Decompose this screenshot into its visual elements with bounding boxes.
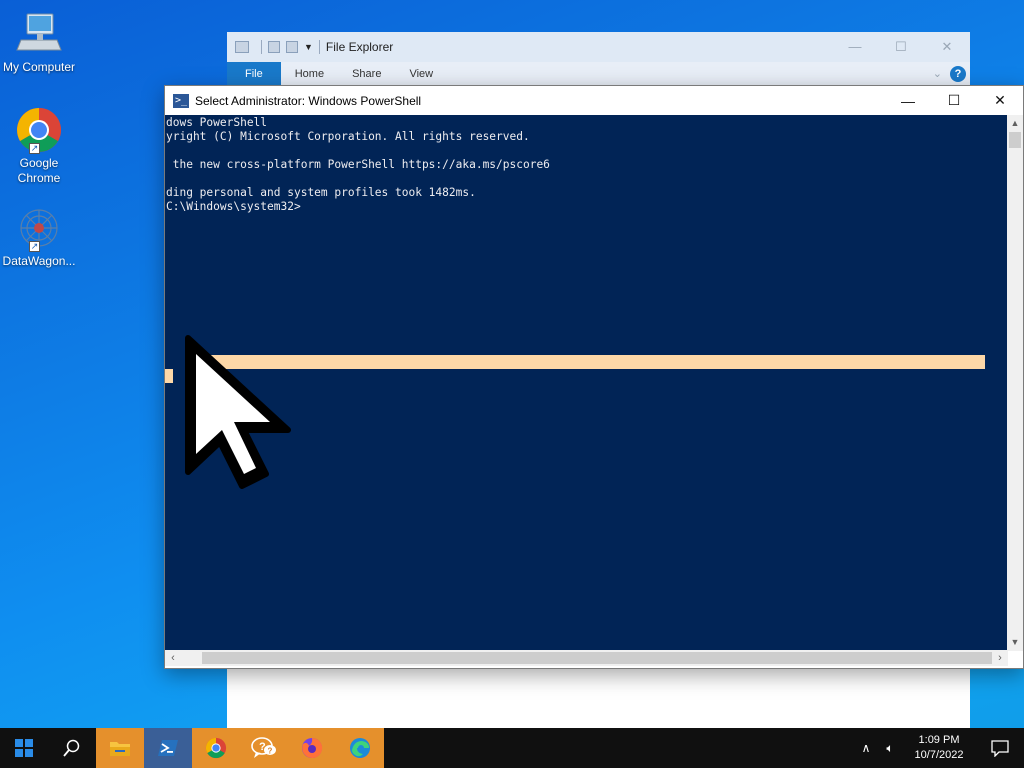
taskbar-chrome[interactable] xyxy=(192,728,240,768)
console-line: dows PowerShell xyxy=(166,116,268,129)
tab-share[interactable]: Share xyxy=(338,62,395,86)
tab-file[interactable]: File xyxy=(227,61,281,86)
desktop-icon-google-chrome[interactable]: ↗ Google Chrome xyxy=(0,106,78,186)
desktop-icon-my-computer[interactable]: My Computer xyxy=(0,10,78,75)
clock[interactable]: 1:09 PM 10/7/2022 xyxy=(902,733,976,763)
desktop-icon-label: My Computer xyxy=(2,60,76,74)
desktop-icon-datawagon[interactable]: ↗ DataWagon... xyxy=(0,204,78,269)
clock-time: 1:09 PM xyxy=(918,734,960,746)
console-line: yright (C) Microsoft Corporation. All ri… xyxy=(166,130,530,143)
text-selection-highlight xyxy=(186,355,985,369)
powershell-titlebar[interactable]: >_ Select Administrator: Windows PowerSh… xyxy=(165,86,1023,115)
quick-access-icon[interactable] xyxy=(235,41,249,53)
system-tray: ∧ 🔈︎ 1:09 PM 10/7/2022 xyxy=(854,728,1024,768)
console-prompt: C:\Windows\system32> xyxy=(166,200,301,213)
window-title: File Explorer xyxy=(325,40,394,54)
scroll-left-icon[interactable]: ‹ xyxy=(165,650,181,666)
taskbar-file-explorer[interactable] xyxy=(96,728,144,768)
horizontal-scrollbar[interactable]: ‹ › xyxy=(165,650,1008,666)
console-line: ding personal and system profiles took 1… xyxy=(166,186,476,199)
notification-button[interactable] xyxy=(976,728,1024,768)
expand-ribbon-icon[interactable]: ⌄ xyxy=(933,67,942,80)
taskbar-help[interactable]: ? ? xyxy=(240,728,288,768)
start-button[interactable] xyxy=(0,728,48,768)
maximize-button[interactable]: ☐ xyxy=(878,39,924,55)
firefox-icon xyxy=(302,737,323,758)
scroll-right-icon[interactable]: › xyxy=(992,650,1008,666)
divider xyxy=(318,40,320,54)
maximize-button[interactable]: ☐ xyxy=(931,86,977,115)
close-button[interactable]: ✕ xyxy=(977,86,1023,115)
properties-icon[interactable] xyxy=(268,41,280,53)
show-hidden-icons-icon[interactable]: ∧ xyxy=(854,741,878,755)
computer-icon xyxy=(15,10,63,58)
minimize-button[interactable]: — xyxy=(885,86,931,115)
close-button[interactable]: ✕ xyxy=(924,39,970,55)
svg-text:?: ? xyxy=(268,747,273,756)
vertical-scrollbar[interactable]: ▲ ▼ xyxy=(1007,115,1023,651)
taskbar: ? ? ∧ 🔈︎ 1:09 PM 10/7/2022 xyxy=(0,728,1024,768)
chrome-icon: ↗ xyxy=(15,106,63,154)
volume-icon[interactable]: 🔈︎ xyxy=(878,741,902,756)
new-folder-icon[interactable] xyxy=(286,41,298,53)
tab-home[interactable]: Home xyxy=(281,62,338,86)
taskbar-edge[interactable] xyxy=(336,728,384,768)
console-line: the new cross-platform PowerShell https:… xyxy=(166,158,550,171)
clock-date: 10/7/2022 xyxy=(914,749,964,761)
divider xyxy=(261,40,262,54)
text-selection-highlight xyxy=(165,369,173,383)
start-icon xyxy=(15,739,33,757)
ribbon-tabs: File Home Share View ⌄ ? xyxy=(227,61,970,86)
help-icon[interactable]: ? xyxy=(950,65,966,82)
file-explorer-titlebar[interactable]: ▼ File Explorer — ☐ ✕ xyxy=(227,32,970,62)
chrome-icon xyxy=(205,737,227,759)
desktop-icon-label: Google Chrome xyxy=(17,156,61,185)
scroll-down-icon[interactable]: ▼ xyxy=(1007,634,1023,651)
powershell-icon xyxy=(158,740,178,756)
desktop-icon-label: DataWagon... xyxy=(2,254,76,268)
notification-icon xyxy=(991,740,1009,757)
search-icon xyxy=(63,739,80,757)
edge-icon xyxy=(350,738,370,758)
taskbar-firefox[interactable] xyxy=(288,728,336,768)
mouse-pointer-icon xyxy=(185,335,291,489)
console-output: dows PowerShell yright (C) Microsoft Corp… xyxy=(165,115,1008,214)
window-title: Select Administrator: Windows PowerShell xyxy=(195,93,422,108)
chevron-down-icon[interactable]: ▼ xyxy=(304,42,313,52)
taskbar-powershell[interactable] xyxy=(144,728,192,768)
file-explorer-icon xyxy=(110,742,130,756)
shortcut-arrow-icon: ↗ xyxy=(29,143,40,154)
minimize-button[interactable]: — xyxy=(832,39,878,55)
scrollbar-thumb[interactable] xyxy=(202,652,992,664)
tab-view[interactable]: View xyxy=(395,62,447,86)
datawagon-icon: ↗ xyxy=(15,204,63,252)
powershell-icon: >_ xyxy=(173,93,189,108)
scroll-up-icon[interactable]: ▲ xyxy=(1007,115,1023,132)
scrollbar-thumb[interactable] xyxy=(1009,132,1021,148)
help-icon: ? ? xyxy=(251,737,276,758)
search-button[interactable] xyxy=(48,728,96,768)
shortcut-arrow-icon: ↗ xyxy=(29,241,40,252)
